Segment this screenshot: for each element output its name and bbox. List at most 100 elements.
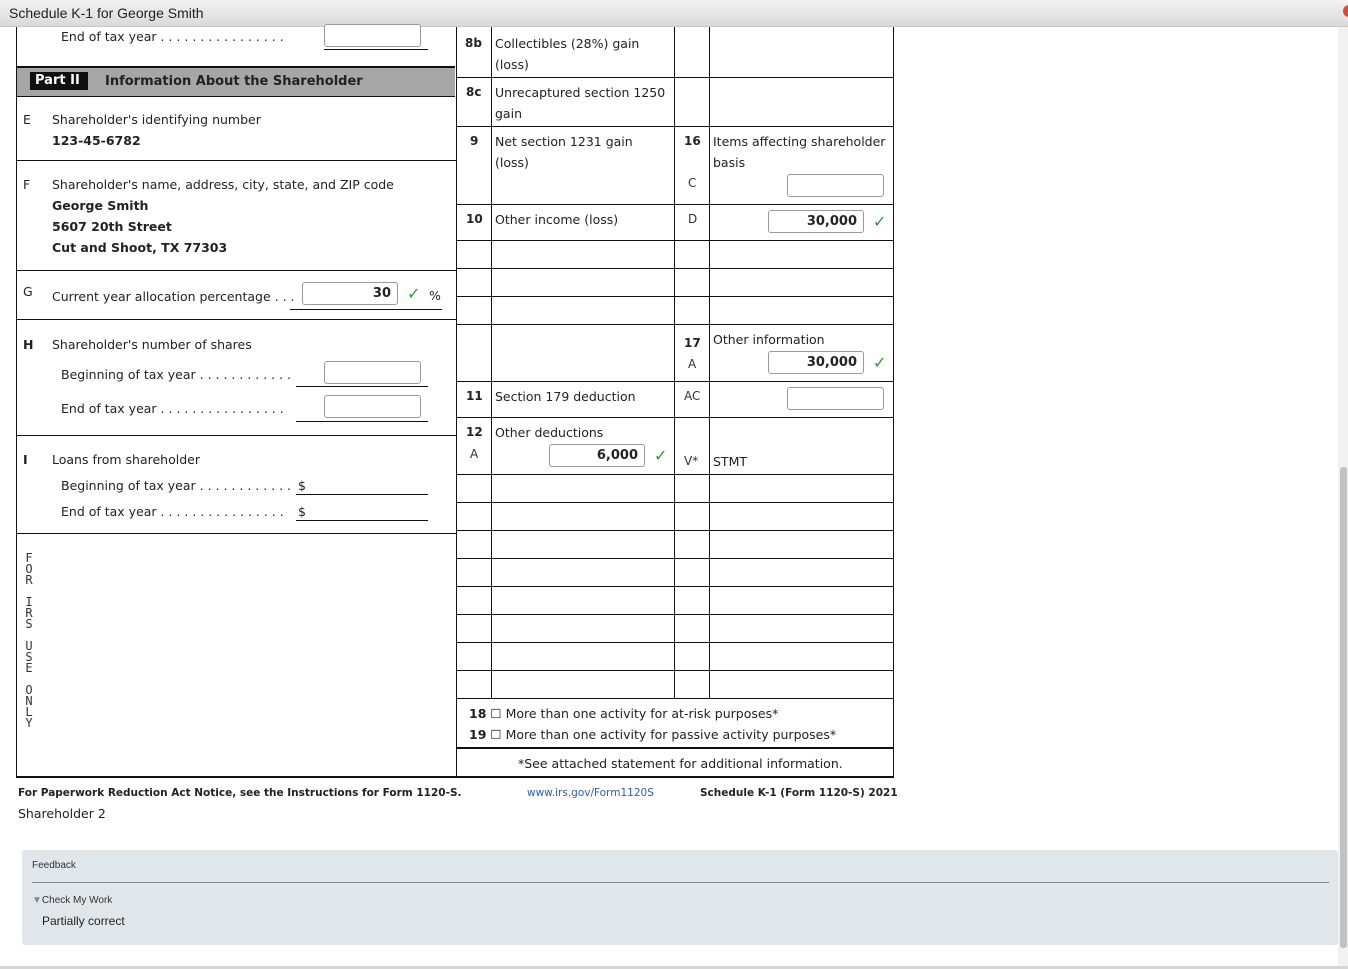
underline [290,309,442,310]
row-line [456,502,894,503]
row-line [456,296,894,297]
row-line [456,204,894,205]
name-address-label: Shareholder's name, address, city, state… [52,177,394,192]
line-18-checkbox[interactable]: ☐ [490,706,501,721]
shares-end-year-top-input[interactable] [324,24,421,47]
loans-label: Loans from shareholder [52,452,200,467]
line-18-number: 18 [469,706,486,721]
shares-end-year-input[interactable] [324,395,421,418]
line-8b-label-1: Collectibles (28%) gain [495,36,639,51]
row-line [456,417,894,418]
dot-leader: . . . . . . . . . . . . . . . . [157,401,284,416]
currency-sign: $ [298,478,306,493]
check-icon: ✓ [407,284,420,303]
line-17ac-input[interactable] [787,387,884,410]
left-border [16,27,17,777]
row-line [456,530,894,531]
underline [296,421,428,422]
row-line [456,474,894,475]
letter-f: F [23,177,30,192]
feedback-panel [22,850,1338,945]
end-tax-year-label: End of tax year [61,29,157,44]
line-8b-number: 8b [465,36,482,50]
line-19-number: 19 [469,727,486,742]
allocation-percentage-label: Current year allocation percentage [52,289,271,304]
divider [16,319,456,320]
line-9-label-2: (loss) [495,155,529,170]
letter-h: H [23,337,33,352]
line-12-label: Other deductions [495,425,603,440]
identifying-number-label: Shareholder's identifying number [52,112,261,127]
currency-sign: $ [298,504,306,519]
divider [456,747,894,749]
part2-title: Information About the Shareholder [105,74,363,89]
window-titlebar: Schedule K-1 for George Smith [0,0,1348,27]
letter-e: E [23,112,31,127]
shareholder-name: George Smith [52,198,148,213]
loans-begin-field[interactable] [296,494,428,495]
dot-leader: . . . . . . . . . . . . [196,367,291,382]
line-8c-label-2: gain [495,106,522,121]
line-12a-input[interactable]: 6,000 [549,444,645,467]
divider [16,270,456,271]
form-identifier: Schedule K-1 (Form 1120-S) 2021 [700,787,898,799]
check-icon: ✓ [654,446,667,465]
check-icon: ✓ [873,212,886,231]
row-line [456,268,894,269]
line-11-number: 11 [466,389,483,403]
letter-i: I [23,452,28,467]
loans-end-label: End of tax year [61,504,157,519]
line-17a-input[interactable]: 30,000 [768,351,864,374]
shareholder-label: Shareholder 2 [18,806,106,821]
statement-note: *See attached statement for additional i… [518,756,843,771]
line-17-number: 17 [684,336,701,350]
line-18-text: More than one activity for at-risk purpo… [506,706,779,721]
divider-left-middle [456,27,457,777]
line-19-checkbox[interactable]: ☐ [490,727,501,742]
loans-begin-label: Beginning of tax year [61,478,196,493]
line-11-label: Section 179 deduction [495,389,636,404]
form-bottom-border [16,776,894,778]
letter-g: G [23,284,33,299]
shareholder-address: 5607 20th Street [52,219,172,234]
row-line [456,558,894,559]
divider-code-col [709,27,710,699]
line-16-number: 16 [684,134,701,148]
identifying-number-value: 123-45-6782 [52,133,141,148]
line-16c-input[interactable] [787,174,884,197]
dot-leader: . . . . . . . . . . . . . . . . [157,29,284,44]
line-17v-value: STMT [713,454,747,469]
percent-unit: % [429,288,441,303]
loans-end-field[interactable] [296,520,428,521]
line-16-code-c: C [688,176,696,190]
allocation-percentage-input[interactable]: 30 [302,282,398,305]
irs-form-link[interactable]: www.irs.gov/Form1120S [527,787,654,799]
triangle-down-icon: ▼ [32,895,42,906]
line-9-number: 9 [470,134,478,148]
line-17-code-ac: AC [684,389,700,403]
shares-begin-year-input[interactable] [324,361,421,384]
shares-begin-label: Beginning of tax year [61,367,196,382]
line-17-code-a: A [688,357,696,371]
check-my-work-toggle[interactable]: ▼Check My Work [32,895,112,906]
dot-leader: . . . [271,289,295,304]
line-17-code-v: V* [684,454,698,468]
scrollbar-thumb[interactable] [1340,467,1347,948]
paperwork-notice: For Paperwork Reduction Act Notice, see … [18,787,462,799]
line-16d-input[interactable]: 30,000 [768,210,864,233]
divider-middle-right [674,27,675,699]
underline [296,386,428,387]
line-12-number: 12 [466,425,483,439]
right-border [893,27,894,777]
irs-use-letter: Y [22,718,36,729]
row-line [456,240,894,241]
close-icon[interactable] [1343,5,1348,17]
feedback-divider [32,882,1329,883]
row-line [456,324,894,325]
divider [16,533,456,534]
irs-use-only-label: FOR IRS USE ONLY [22,553,36,729]
line-16-code-d: D [688,212,697,226]
line-10-number: 10 [466,212,483,226]
row-line [456,381,894,382]
dot-leader: . . . . . . . . . . . . [196,478,291,493]
